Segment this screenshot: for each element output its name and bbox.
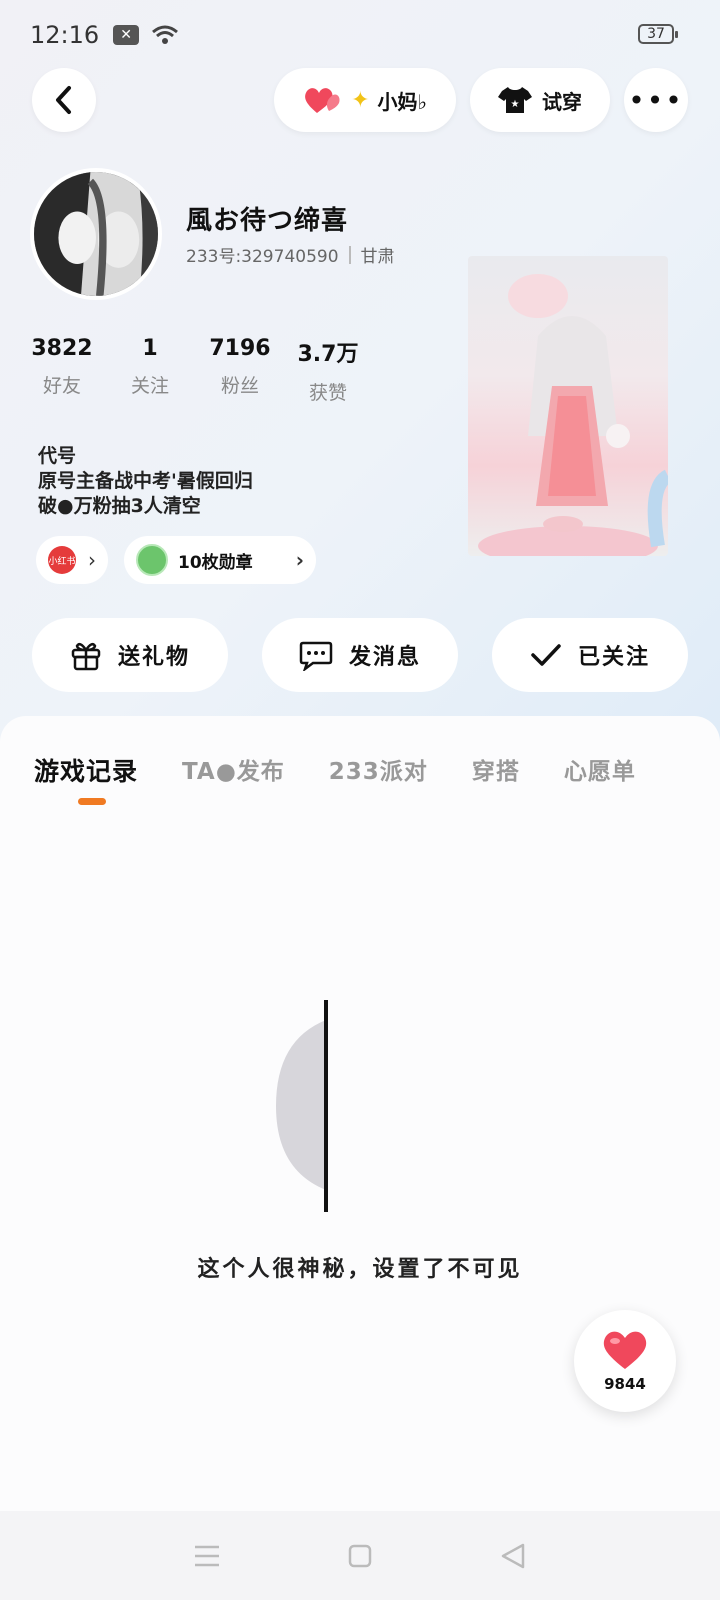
- followed-label: 已关注: [577, 645, 650, 670]
- empty-state-text: 这个人很神秘，设置了不可见: [197, 1257, 523, 1282]
- character-avatar-image[interactable]: [468, 256, 668, 556]
- stat-value: 3822: [31, 336, 93, 361]
- system-navigation-bar: [0, 1511, 720, 1600]
- try-on-label: 试穿: [542, 89, 582, 114]
- tab-party[interactable]: 233派对: [329, 752, 428, 788]
- send-message-button[interactable]: 发消息: [262, 618, 458, 692]
- notification-icon: ✕: [113, 25, 140, 45]
- active-tab-indicator: [78, 798, 106, 805]
- stat-label: 获赞: [308, 382, 347, 404]
- battery-level: 37: [647, 26, 665, 42]
- back-button[interactable]: [32, 68, 96, 132]
- chat-bubble-icon: [299, 641, 333, 671]
- badge-icon: [136, 544, 168, 576]
- stat-likes[interactable]: 3.7万 获赞: [296, 336, 360, 405]
- chevron-right-icon: ›: [295, 548, 304, 572]
- bio-line: 代号: [38, 445, 77, 467]
- more-options-button[interactable]: •••: [624, 68, 688, 132]
- hidden-content-icon: [276, 1000, 328, 1212]
- xiaohongshu-link[interactable]: 小红书 ›: [36, 536, 108, 584]
- menu-icon[interactable]: [193, 1544, 221, 1568]
- clock: 12:16: [30, 21, 100, 49]
- tab-posts[interactable]: TA●发布: [182, 752, 285, 788]
- relation-tag-button[interactable]: ✦ 小妈♭: [274, 68, 456, 132]
- stat-following[interactable]: 1 关注: [118, 336, 182, 405]
- stat-value: 3.7万: [297, 342, 359, 367]
- stat-label: 关注: [130, 375, 169, 397]
- tab-wishlist[interactable]: 心愿单: [564, 752, 636, 788]
- heart-icon: [603, 1331, 647, 1369]
- username: 風お待つ缔喜: [186, 206, 349, 236]
- badges-label: 10枚勋章: [178, 552, 253, 573]
- stat-value: 1: [142, 336, 158, 361]
- status-bar: 12:16 ✕: [0, 0, 720, 70]
- more-dots-icon: •••: [628, 83, 684, 117]
- region: 甘肃: [360, 247, 395, 267]
- stat-label: 好友: [42, 375, 81, 397]
- wifi-icon: [152, 25, 179, 44]
- like-button[interactable]: 9844: [574, 1310, 676, 1412]
- heart-icon: [305, 88, 340, 113]
- tab-outfits[interactable]: 穿搭: [472, 752, 520, 788]
- character-illustration: [478, 274, 668, 556]
- chevron-left-icon: [56, 86, 71, 114]
- badges-link[interactable]: 10枚勋章 ›: [124, 536, 316, 584]
- stat-fans[interactable]: 7196 粉丝: [208, 336, 272, 405]
- xiaohongshu-logo: 小红书: [48, 546, 76, 574]
- tshirt-icon: ★: [498, 87, 532, 113]
- followed-button[interactable]: 已关注: [492, 618, 688, 692]
- avatar-image: [34, 172, 158, 296]
- stats-row: 3822 好友 1 关注 7196 粉丝 3.7万 获赞: [30, 336, 360, 405]
- tab-game-records[interactable]: 游戏记录: [34, 752, 138, 788]
- back-triangle-icon[interactable]: [499, 1542, 527, 1570]
- avatar[interactable]: [30, 168, 162, 300]
- relation-tag-label: 小妈♭: [377, 89, 427, 114]
- try-on-button[interactable]: ★ 试穿: [470, 68, 610, 132]
- bio: 代号 原号主备战中考'暑假回归 破●万粉抽3人清空: [38, 444, 253, 519]
- sparkle-icon: ✦: [351, 87, 370, 113]
- bio-line: 原号主备战中考'暑假回归: [38, 470, 253, 492]
- stat-value: 7196: [209, 336, 271, 361]
- home-square-icon[interactable]: [347, 1543, 373, 1569]
- divider: [348, 245, 351, 264]
- checkmark-icon: [531, 644, 561, 666]
- chevron-right-icon: ›: [88, 548, 96, 572]
- send-message-label: 发消息: [348, 645, 421, 670]
- svg-text:★: ★: [511, 99, 520, 110]
- user-id[interactable]: 233号:329740590: [186, 242, 339, 267]
- like-count: 9844: [604, 1375, 646, 1393]
- bio-line: 破●万粉抽3人清空: [38, 495, 201, 517]
- send-gift-label: 送礼物: [117, 645, 190, 670]
- stat-label: 粉丝: [220, 375, 259, 397]
- profile-tabs: 游戏记录 TA●发布 233派对 穿搭 心愿单: [34, 752, 680, 788]
- gift-icon: [71, 642, 101, 671]
- battery-indicator: 37: [638, 24, 678, 44]
- id-region-row: 233号:329740590 甘肃: [186, 242, 395, 267]
- send-gift-button[interactable]: 送礼物: [32, 618, 228, 692]
- stat-friends[interactable]: 3822 好友: [30, 336, 94, 405]
